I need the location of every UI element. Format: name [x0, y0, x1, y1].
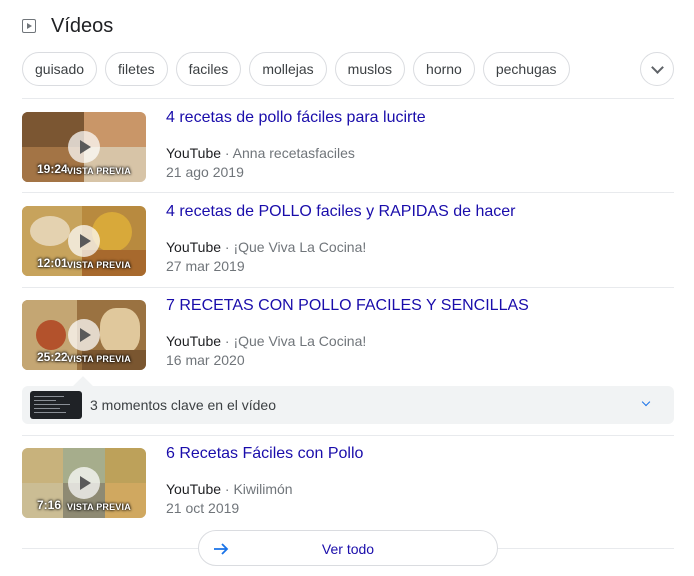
- video-result[interactable]: 19:24 VISTA PREVIA 4 recetas de pollo fá…: [22, 109, 674, 184]
- video-channel: · Kiwilimón: [224, 481, 293, 497]
- video-meta: YouTube · ¡Que Viva La Cocina!: [166, 239, 366, 255]
- chip-guisado[interactable]: guisado: [22, 52, 98, 86]
- video-source: YouTube: [166, 145, 222, 161]
- video-meta: YouTube · ¡Que Viva La Cocina!: [166, 333, 366, 349]
- see-all-button[interactable]: Ver todo: [198, 530, 498, 566]
- play-icon: [68, 131, 100, 163]
- chip-faciles[interactable]: faciles: [175, 52, 242, 86]
- video-play-icon: [22, 19, 36, 33]
- section-header: Vídeos: [22, 14, 113, 38]
- video-date: 27 mar 2019: [166, 258, 245, 274]
- video-thumbnail[interactable]: 19:24 VISTA PREVIA: [22, 112, 146, 182]
- video-channel: · ¡Que Viva La Cocina!: [224, 333, 367, 349]
- video-duration: 12:01: [37, 256, 68, 270]
- section-title: Vídeos: [51, 14, 114, 37]
- video-result[interactable]: 25:22 VISTA PREVIA 7 RECETAS CON POLLO F…: [22, 297, 674, 372]
- video-thumbnail[interactable]: 7:16 VISTA PREVIA: [22, 448, 146, 518]
- video-result[interactable]: 12:01 VISTA PREVIA 4 recetas de POLLO fa…: [22, 203, 674, 278]
- video-date: 21 oct 2019: [166, 500, 240, 516]
- video-channel: · ¡Que Viva La Cocina!: [224, 239, 367, 255]
- video-title[interactable]: 4 recetas de POLLO faciles y RAPIDAS de …: [166, 203, 516, 221]
- video-date: 21 ago 2019: [166, 164, 244, 180]
- video-meta: YouTube · Anna recetasfaciles: [166, 145, 355, 161]
- see-all-label: Ver todo: [321, 541, 375, 557]
- video-date: 16 mar 2020: [166, 352, 245, 368]
- video-source: YouTube: [166, 333, 222, 349]
- divider: [22, 192, 674, 193]
- video-duration: 7:16: [37, 498, 62, 512]
- play-icon: [68, 467, 100, 499]
- video-source: YouTube: [166, 481, 222, 497]
- chip-mollejas[interactable]: mollejas: [249, 52, 327, 86]
- video-title[interactable]: 6 Recetas Fáciles con Pollo: [166, 445, 363, 463]
- video-thumbnail[interactable]: 12:01 VISTA PREVIA: [22, 206, 146, 276]
- divider: [22, 98, 674, 99]
- chip-horno[interactable]: horno: [413, 52, 475, 86]
- chip-filetes[interactable]: filetes: [105, 52, 168, 86]
- video-results-panel: Vídeos guisado filetes faciles mollejas …: [0, 0, 694, 576]
- divider: [22, 435, 674, 436]
- chip-pechugas[interactable]: pechugas: [482, 52, 570, 86]
- preview-label: VISTA PREVIA: [67, 166, 131, 176]
- video-channel: · Anna recetasfaciles: [224, 145, 355, 161]
- filter-chips: guisado filetes faciles mollejas muslos …: [22, 52, 578, 86]
- video-thumbnail[interactable]: 25:22 VISTA PREVIA: [22, 300, 146, 370]
- video-duration: 25:22: [37, 350, 68, 364]
- video-result[interactable]: 7:16 VISTA PREVIA 6 Recetas Fáciles con …: [22, 445, 674, 520]
- play-icon: [68, 225, 100, 257]
- preview-label: VISTA PREVIA: [67, 502, 131, 512]
- key-moments-toggle[interactable]: 3 momentos clave en el vídeo: [22, 376, 674, 424]
- chip-muslos[interactable]: muslos: [334, 52, 406, 86]
- chevron-down-icon: [651, 61, 664, 74]
- video-duration: 19:24: [37, 162, 68, 176]
- video-title[interactable]: 7 RECETAS CON POLLO FACILES Y SENCILLAS: [166, 297, 529, 315]
- preview-label: VISTA PREVIA: [67, 260, 131, 270]
- more-chips-button[interactable]: [640, 52, 674, 86]
- video-meta: YouTube · Kiwilimón: [166, 481, 293, 497]
- play-icon: [68, 319, 100, 351]
- key-moment-thumbnail: [30, 391, 82, 419]
- key-moments-label: 3 momentos clave en el vídeo: [90, 397, 276, 413]
- video-source: YouTube: [166, 239, 222, 255]
- preview-label: VISTA PREVIA: [67, 354, 131, 364]
- chevron-down-icon: [641, 397, 651, 407]
- video-title[interactable]: 4 recetas de pollo fáciles para lucirte: [166, 109, 426, 127]
- divider: [22, 287, 674, 288]
